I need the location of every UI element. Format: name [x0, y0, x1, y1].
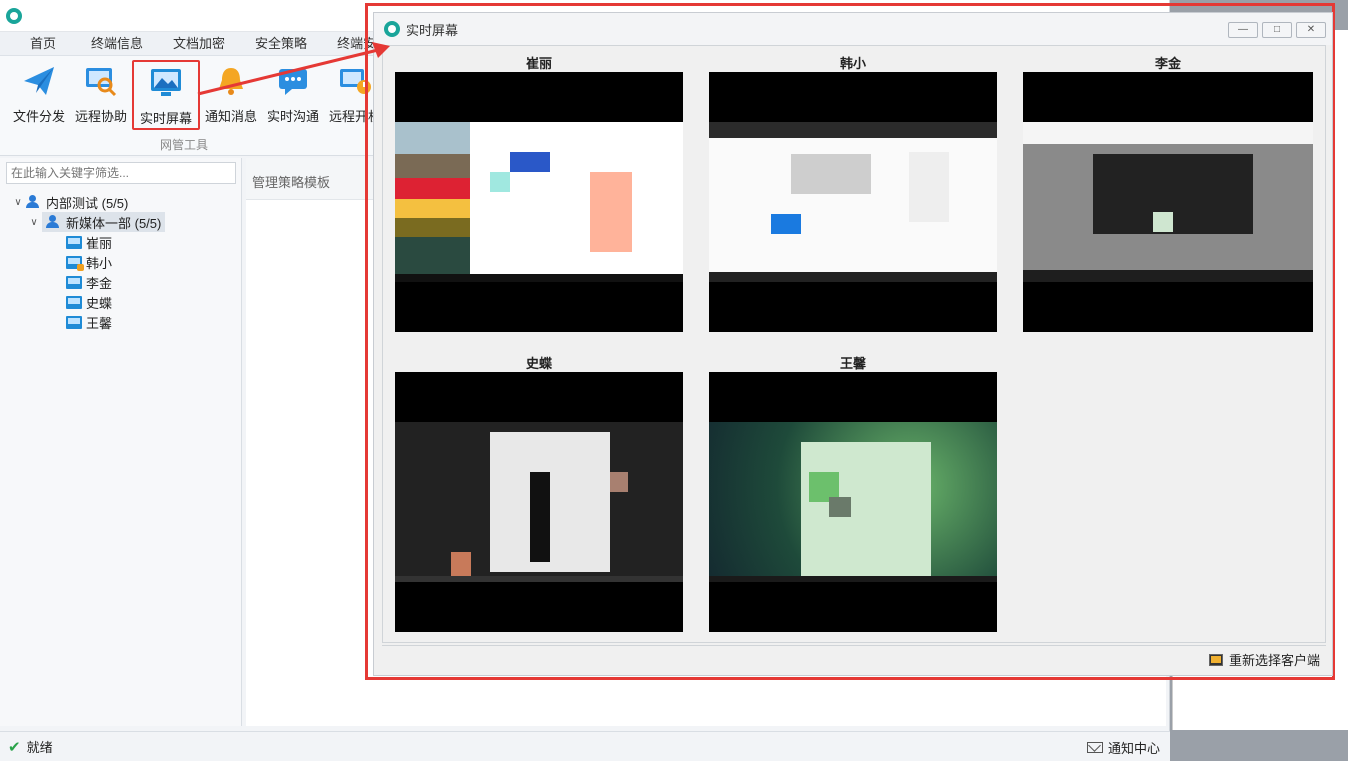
- selected-group[interactable]: 新媒体一部 (5/5): [42, 212, 166, 232]
- screen-grid: 崔丽 韩小 李金 史蝶 王馨: [382, 45, 1326, 643]
- screen-tile[interactable]: 史蝶: [395, 356, 683, 632]
- realtime-chat-button[interactable]: 实时沟通: [262, 64, 324, 130]
- realtime-screen-dialog: 实时屏幕 — □ ✕ 崔丽 韩小 李金 史蝶 王馨 重新选择客户端: [373, 12, 1333, 676]
- monitor-icon: [1208, 653, 1223, 666]
- tool-label: 远程协助: [74, 109, 127, 124]
- close-button[interactable]: ✕: [1296, 22, 1326, 38]
- tree-node-label: 内部测试 (5/5): [46, 195, 129, 211]
- client-name: 史蝶: [86, 295, 113, 311]
- chevron-down-icon[interactable]: ∨: [10, 197, 26, 208]
- screen-image: [709, 122, 997, 282]
- menu-home[interactable]: 首页: [0, 32, 76, 56]
- dialog-footer: 重新选择客户端: [382, 645, 1326, 673]
- menu-security-policy[interactable]: 安全策略: [240, 32, 322, 56]
- client-name: 崔丽: [86, 235, 113, 251]
- screen-thumbnail[interactable]: [1023, 72, 1313, 332]
- screen-client-name: 崔丽: [525, 56, 552, 71]
- remote-assist-button[interactable]: 远程协助: [70, 64, 132, 130]
- status-bar: ✔ 就绪 通知中心: [0, 731, 1170, 761]
- tree-client-node[interactable]: 王馨: [10, 312, 241, 332]
- check-icon: ✔: [8, 738, 21, 756]
- computer-icon: [66, 315, 82, 329]
- screen-image: [1023, 122, 1313, 282]
- screen-thumbnail[interactable]: [709, 372, 997, 632]
- screen-client-name: 王馨: [839, 356, 866, 371]
- maximize-button[interactable]: □: [1262, 22, 1292, 38]
- tree-group-node[interactable]: ∨ 新媒体一部 (5/5): [10, 212, 241, 232]
- realtime-screen-button[interactable]: 实时屏幕: [132, 60, 200, 130]
- reselect-clients-button[interactable]: 重新选择客户端: [1208, 650, 1320, 669]
- computer-icon: [66, 275, 82, 289]
- magnifier-screen-icon: [84, 64, 118, 98]
- notify-message-button[interactable]: 通知消息: [200, 64, 262, 130]
- screen-client-name: 韩小: [839, 56, 866, 71]
- tree-root-node[interactable]: ∨ 内部测试 (5/5): [10, 192, 241, 212]
- tree-client-node[interactable]: 崔丽: [10, 232, 241, 252]
- dialog-title: 实时屏幕: [406, 22, 459, 38]
- screen-client-name: 李金: [1154, 56, 1181, 71]
- client-name: 韩小: [86, 255, 113, 271]
- screen-tile[interactable]: 崔丽: [395, 56, 683, 332]
- client-tree: ∨ 内部测试 (5/5) ∨ 新媒体一部 (5/5) 崔丽 韩小 李金 史蝶 王…: [0, 192, 241, 332]
- tool-group-label: 网管工具: [160, 138, 209, 152]
- paper-plane-icon: [22, 64, 56, 98]
- tree-client-node[interactable]: 李金: [10, 272, 241, 292]
- screen-image: [395, 122, 683, 282]
- computer-icon: [66, 235, 82, 249]
- menu-terminal-info[interactable]: 终端信息: [76, 32, 158, 56]
- monitor-picture-icon: [149, 66, 183, 100]
- app-logo-icon: [6, 7, 22, 24]
- minimize-button[interactable]: —: [1228, 22, 1258, 38]
- screen-tile[interactable]: 王馨: [709, 356, 997, 632]
- filter-search-input[interactable]: [6, 162, 236, 184]
- notify-center-label: 通知中心: [1107, 741, 1160, 756]
- screen-image: [395, 422, 683, 582]
- screen-thumbnail[interactable]: [395, 372, 683, 632]
- client-name: 王馨: [86, 315, 113, 331]
- screen-thumbnail[interactable]: [709, 72, 997, 332]
- tool-label: 实时屏幕: [139, 111, 192, 126]
- computer-icon: [66, 295, 82, 309]
- user-group-icon: [26, 195, 42, 209]
- menu-doc-encrypt[interactable]: 文档加密: [158, 32, 240, 56]
- screen-client-name: 史蝶: [525, 356, 552, 371]
- user-group-icon: [46, 215, 62, 229]
- client-tree-panel: ∨ 内部测试 (5/5) ∨ 新媒体一部 (5/5) 崔丽 韩小: [0, 158, 242, 726]
- tool-label: 通知消息: [204, 109, 257, 124]
- screen-tile[interactable]: 韩小: [709, 56, 997, 332]
- bell-icon: [214, 64, 248, 98]
- mail-icon: [1086, 742, 1103, 753]
- screen-thumbnail[interactable]: [395, 72, 683, 332]
- reselect-clients-label: 重新选择客户端: [1228, 653, 1320, 668]
- tree-node-label: 新媒体一部 (5/5): [66, 215, 162, 231]
- tree-client-node[interactable]: 史蝶: [10, 292, 241, 312]
- chat-icon: [276, 64, 310, 98]
- computer-lock-icon: [66, 255, 84, 271]
- tool-label: 实时沟通: [266, 109, 319, 124]
- file-distribute-button[interactable]: 文件分发: [8, 64, 70, 130]
- client-name: 李金: [86, 275, 113, 291]
- app-logo-icon: [384, 21, 400, 37]
- screen-tile[interactable]: 李金: [1023, 56, 1313, 332]
- screen-image: [709, 422, 997, 582]
- status-text: 就绪: [26, 740, 53, 755]
- notify-center-button[interactable]: 通知中心: [1086, 738, 1160, 757]
- tool-label: 文件分发: [12, 109, 65, 124]
- chevron-down-icon[interactable]: ∨: [26, 217, 42, 228]
- dialog-title-bar: 实时屏幕 — □ ✕: [374, 13, 1332, 45]
- tree-client-node[interactable]: 韩小: [10, 252, 241, 272]
